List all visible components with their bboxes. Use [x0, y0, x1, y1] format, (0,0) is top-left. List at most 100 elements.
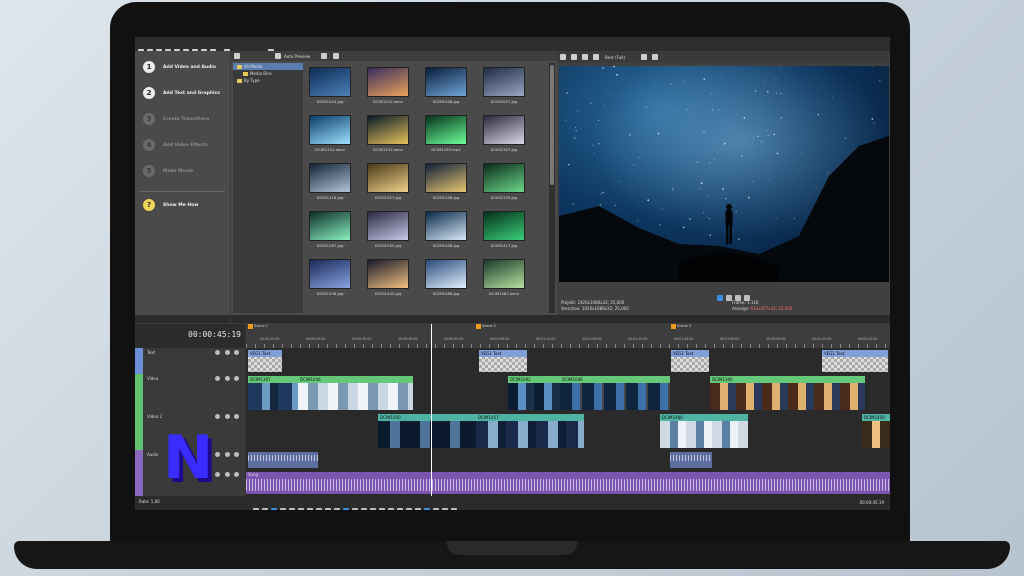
- track-fx-icon[interactable]: [215, 376, 220, 381]
- preview-split-icon[interactable]: [571, 54, 577, 60]
- preview-quality-select[interactable]: Best (Full): [605, 55, 625, 60]
- auto-preview-toggle[interactable]: Auto Preview: [284, 54, 310, 59]
- auto-preview-icon[interactable]: [275, 53, 281, 59]
- media-thumbnail[interactable]: DCIM1395.jpg: [365, 211, 411, 248]
- video-clip[interactable]: DCIM1046: [298, 376, 413, 410]
- delete-icon[interactable]: [379, 507, 385, 510]
- media-thumbnail[interactable]: DCIM1408.jpg: [423, 211, 469, 248]
- media-thumbnail[interactable]: DCIM1293.mp4: [423, 115, 469, 152]
- track-solo-icon[interactable]: [234, 376, 239, 381]
- preview-overlay-icon[interactable]: [582, 54, 588, 60]
- media-thumbnail[interactable]: DCIM1046.jpg: [423, 67, 469, 104]
- tree-all-media[interactable]: All Media: [233, 63, 303, 70]
- preview-copy-icon[interactable]: [593, 54, 599, 60]
- video2-clip[interactable]: DCIM1480: [660, 414, 748, 448]
- grid-icon[interactable]: [641, 54, 647, 60]
- split-icon[interactable]: [334, 507, 340, 510]
- video-clip[interactable]: DCIM1306: [710, 376, 865, 410]
- track-solo-icon[interactable]: [234, 350, 239, 355]
- track-solo-icon[interactable]: [234, 452, 239, 457]
- media-thumbnail[interactable]: DCIM1387.jpg: [307, 211, 353, 248]
- text-clip[interactable]: VEG1 Text: [822, 350, 888, 372]
- zoom-tool-icon[interactable]: [370, 507, 376, 510]
- region-icon[interactable]: [415, 507, 421, 510]
- track-fx-icon[interactable]: [215, 414, 220, 419]
- audio-clip[interactable]: [670, 452, 712, 468]
- track-header[interactable]: Video: [135, 374, 245, 413]
- track-header[interactable]: Text: [135, 348, 245, 375]
- media-scrollbar[interactable]: [549, 63, 555, 313]
- select-icon[interactable]: [361, 507, 367, 510]
- tree-media-bins[interactable]: Media Bins: [233, 70, 303, 77]
- media-thumbnail[interactable]: DCIM1466.jpg: [423, 259, 469, 296]
- media-thumbnail[interactable]: DCIM1442.jpg: [365, 259, 411, 296]
- qs-make-movie[interactable]: 5 Make Movie: [143, 165, 227, 185]
- media-thumbnail[interactable]: DCIM1102.wmv: [307, 115, 353, 152]
- track-solo-icon[interactable]: [234, 414, 239, 419]
- preview-settings-icon[interactable]: [560, 54, 566, 60]
- view-icon[interactable]: [321, 53, 327, 59]
- qs-add-video-effects[interactable]: 4 Add Video Effects: [143, 139, 227, 159]
- media-thumbnail[interactable]: DCIM1024.jpg: [307, 67, 353, 104]
- next-frame-icon[interactable]: [316, 507, 322, 510]
- play-icon[interactable]: [717, 294, 723, 301]
- record-icon[interactable]: [253, 507, 259, 510]
- text-clip[interactable]: VEG1 Text: [671, 350, 709, 372]
- loop-icon[interactable]: [262, 507, 268, 510]
- go-end-icon[interactable]: [325, 507, 331, 510]
- qs-create-transitions[interactable]: 3 Create Transitions: [143, 113, 227, 133]
- pause-icon[interactable]: [280, 507, 286, 510]
- media-thumbnail[interactable]: DCIM1417.jpg: [481, 211, 527, 248]
- video2-clip[interactable]: DCIM1050: [378, 414, 476, 448]
- music-clip[interactable]: Song: [246, 472, 890, 494]
- track-solo-icon[interactable]: [234, 472, 239, 477]
- scene-marker[interactable]: [671, 324, 676, 329]
- media-thumbnail[interactable]: DCIM1012.wmv: [365, 67, 411, 104]
- tree-by-type[interactable]: By Type: [233, 77, 303, 84]
- envelope-icon[interactable]: [352, 507, 358, 510]
- track-fx-icon[interactable]: [215, 350, 220, 355]
- media-thumbnail[interactable]: DCIM1057.jpg: [481, 67, 527, 104]
- qs-show-me-how[interactable]: ? Show Me How: [143, 199, 227, 219]
- track-mute-icon[interactable]: [225, 472, 230, 477]
- video2-clip[interactable]: DCIM1457: [476, 414, 584, 448]
- auto-ripple-icon[interactable]: [433, 507, 439, 510]
- trim-start-icon[interactable]: [388, 507, 394, 510]
- media-thumbnail[interactable]: DCIM1436.jpg: [307, 259, 353, 296]
- playhead[interactable]: [431, 324, 432, 496]
- media-thumbnail[interactable]: DCIM1355.jpg: [481, 163, 527, 200]
- edit-mode-icon[interactable]: [343, 507, 349, 510]
- play-icon[interactable]: [271, 507, 277, 510]
- text-clip[interactable]: VEG1 Text: [479, 350, 527, 372]
- video-clip[interactable]: DCIM1046: [560, 376, 670, 410]
- snapshot-icon[interactable]: [652, 54, 658, 60]
- scene-marker[interactable]: [476, 324, 481, 329]
- video-clip[interactable]: DCIM1307: [248, 376, 298, 410]
- qs-add-text-graphics[interactable]: 2 Add Text and Graphics: [143, 87, 227, 107]
- text-clip[interactable]: VEG1 Text: [248, 350, 282, 372]
- track-mute-icon[interactable]: [225, 452, 230, 457]
- track-mute-icon[interactable]: [225, 376, 230, 381]
- zoom-icon[interactable]: [333, 53, 339, 59]
- media-thumbnail[interactable]: DCIM1216.jpg: [307, 163, 353, 200]
- snap-icon[interactable]: [424, 507, 430, 510]
- timeline-ruler[interactable]: 00:00:10:00 00:00:20:00 00:00:30:00 00:00:4…: [246, 324, 890, 348]
- track-mute-icon[interactable]: [225, 350, 230, 355]
- video2-clip[interactable]: DCIM1459: [862, 414, 890, 448]
- marker-icon[interactable]: [406, 507, 412, 510]
- video-clip[interactable]: DCIM1092: [508, 376, 560, 410]
- scene-marker[interactable]: [248, 324, 253, 329]
- crossfade-icon[interactable]: [451, 507, 457, 510]
- go-start-icon[interactable]: [298, 507, 304, 510]
- audio-clip[interactable]: [248, 452, 318, 468]
- media-thumbnail[interactable]: DCIM1298.jpg: [423, 163, 469, 200]
- media-thumbnail[interactable]: DCIM1327.jpg: [365, 163, 411, 200]
- stop-icon[interactable]: [289, 507, 295, 510]
- scroll-thumb[interactable]: [550, 65, 554, 185]
- folder-icon[interactable]: [234, 53, 240, 59]
- qs-add-video-audio[interactable]: 1 Add Video and Audio: [143, 61, 227, 81]
- track-mute-icon[interactable]: [225, 414, 230, 419]
- media-thumbnail[interactable]: DCIM1232.wmv: [365, 115, 411, 152]
- media-thumbnail[interactable]: DCIM1307.jpg: [481, 115, 527, 152]
- prev-frame-icon[interactable]: [307, 507, 313, 510]
